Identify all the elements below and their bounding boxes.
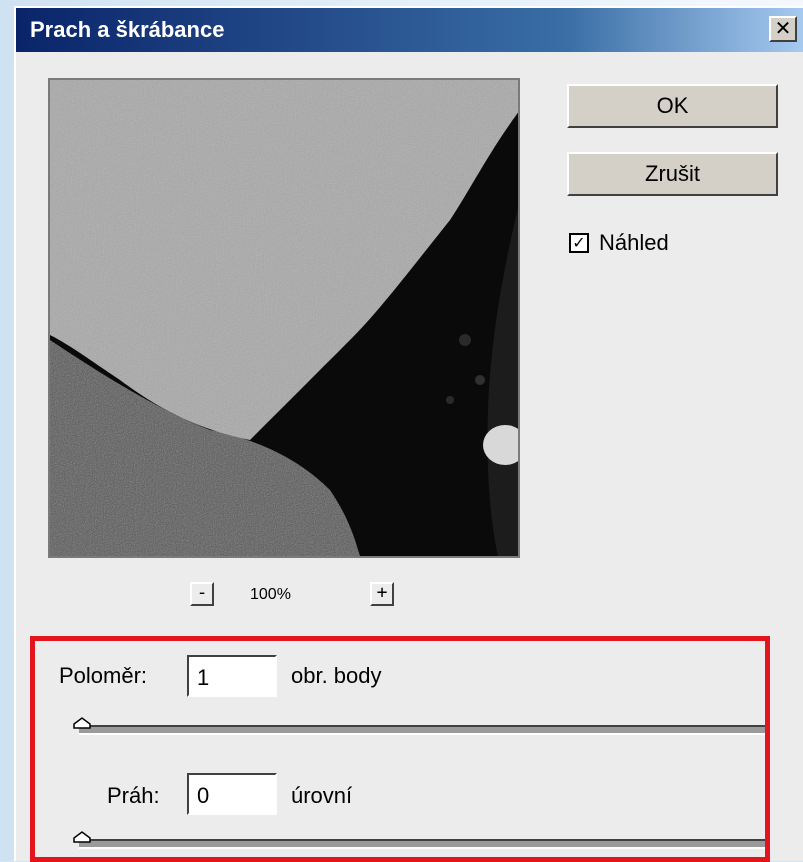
ok-button[interactable]: OK (567, 84, 778, 128)
preview-image[interactable] (48, 78, 520, 558)
preview-checkbox-label: Náhled (599, 230, 669, 255)
threshold-slider-thumb[interactable] (73, 831, 91, 843)
preview-checkbox-row[interactable]: ✓ Náhled (569, 230, 669, 256)
close-icon: ✕ (774, 16, 792, 40)
radius-label: Poloměr: (59, 663, 148, 688)
radius-slider-thumb[interactable] (73, 717, 91, 729)
preview-checkbox[interactable]: ✓ (569, 233, 589, 253)
close-button[interactable]: ✕ (769, 16, 797, 42)
ok-button-label: OK (656, 93, 689, 118)
radius-input[interactable]: 1 (187, 655, 277, 697)
radius-value: 1 (197, 665, 210, 690)
threshold-label: Práh: (107, 783, 160, 808)
radius-slider-track[interactable] (79, 725, 765, 735)
cancel-button[interactable]: Zrušit (567, 152, 778, 196)
zoom-out-button[interactable]: - (190, 582, 214, 606)
radius-unit-label: obr. body (291, 663, 382, 688)
threshold-slider-track[interactable] (79, 839, 765, 849)
preview-graphic (50, 80, 518, 556)
threshold-input[interactable]: 0 (187, 773, 277, 815)
dust-and-scratches-dialog: Prach a škrábance ✕ OK Zrušit ✓ Náhled -… (14, 6, 803, 862)
zoom-level: 100% (250, 586, 291, 603)
minus-icon: - (196, 582, 208, 603)
threshold-unit-label: úrovní (291, 783, 353, 808)
highlight-box: Poloměr: 1 obr. body Práh: 0 úrovní (30, 636, 770, 862)
title-bar[interactable]: Prach a škrábance ✕ (16, 8, 803, 52)
zoom-in-button[interactable]: + (370, 582, 394, 606)
dialog-title: Prach a škrábance (30, 17, 225, 42)
cancel-button-label: Zrušit (645, 161, 700, 186)
plus-icon: + (376, 582, 388, 603)
threshold-value: 0 (197, 783, 210, 808)
check-icon: ✓ (572, 233, 586, 252)
